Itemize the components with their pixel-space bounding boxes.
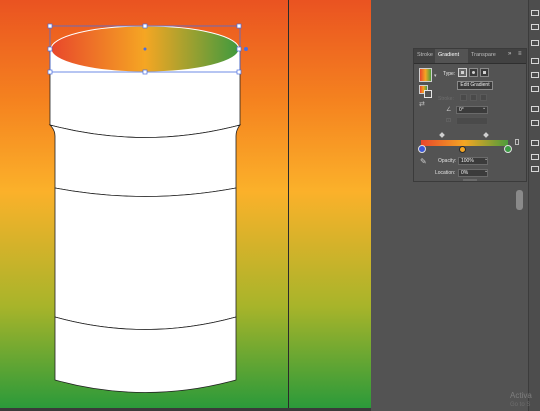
dock-icon-stroke[interactable]	[531, 106, 539, 112]
edit-gradient-button[interactable]: Edit Gradient	[457, 81, 493, 90]
center-point	[143, 47, 147, 51]
tab-transparency[interactable]: Transpare	[471, 52, 496, 58]
cylinder-artwork[interactable]	[0, 0, 371, 408]
angle-icon: ∠	[446, 107, 452, 113]
midpoint-left-marker[interactable]	[439, 132, 445, 138]
dock-icon-symbols[interactable]	[531, 24, 539, 30]
dock-icon-appearance[interactable]	[531, 86, 539, 92]
dock-icon-transparency[interactable]	[531, 120, 539, 126]
delete-stop-icon[interactable]	[515, 139, 519, 145]
gradient-stop-right[interactable]	[504, 145, 512, 153]
freeform-gradient-button[interactable]	[480, 68, 489, 77]
panel-menu-icon[interactable]: ≡	[518, 51, 522, 57]
location-dropdown-icon[interactable]: ⌄	[484, 168, 488, 174]
dock-icon-artboards[interactable]	[531, 10, 539, 16]
dock-icon-asset-export[interactable]	[531, 166, 539, 172]
vertical-scrollbar-thumb[interactable]	[516, 190, 523, 210]
dock-icon-links[interactable]	[531, 154, 539, 160]
stroke-swatch-icon[interactable]	[424, 90, 432, 98]
stroke-along-button[interactable]	[470, 94, 477, 101]
aspect-ratio-icon: ⊡	[446, 118, 452, 124]
dock-icon-layers[interactable]	[531, 140, 539, 146]
dock-icon-gradient[interactable]	[531, 72, 539, 78]
stroke-label: Stroke:	[438, 96, 454, 102]
gradient-swatch[interactable]	[419, 68, 432, 82]
midpoint-right-marker[interactable]	[483, 132, 489, 138]
gradient-stop-left[interactable]	[418, 145, 426, 153]
activation-watermark-sub: Go to S	[510, 402, 531, 408]
eyedropper-icon[interactable]: ✎	[420, 158, 427, 166]
stroke-within-button[interactable]	[460, 94, 467, 101]
gradient-stop-middle[interactable]	[459, 146, 466, 153]
tab-stroke[interactable]: Stroke	[417, 52, 433, 58]
tab-gradient[interactable]: Gradient	[438, 52, 459, 58]
type-label: Type:	[443, 71, 456, 77]
panel-resize-grip[interactable]	[463, 179, 477, 181]
gradient-panel: Stroke Gradient Transpare » ≡ ▾ ⇄ Type: …	[413, 48, 527, 182]
location-label: Location:	[435, 170, 456, 176]
cylinder-segment-3	[54, 187, 237, 330]
panel-collapse-icon[interactable]: »	[508, 51, 511, 57]
opacity-dropdown-icon[interactable]: ⌄	[484, 156, 488, 162]
dock-icon-brushes[interactable]	[531, 40, 539, 46]
linear-gradient-button[interactable]	[458, 68, 467, 77]
angle-dropdown-icon[interactable]: ⌄	[482, 105, 486, 111]
artboard-guide-line	[288, 0, 289, 408]
radial-gradient-button[interactable]	[469, 68, 478, 77]
dock-icon-align[interactable]	[531, 58, 539, 64]
artboard-canvas[interactable]	[0, 0, 371, 408]
opacity-label: Opacity:	[438, 158, 457, 164]
stroke-across-button[interactable]	[480, 94, 487, 101]
gradient-slider-bar[interactable]	[421, 140, 508, 146]
activation-watermark: Activa	[510, 391, 532, 400]
gradient-annotator-end	[244, 47, 248, 51]
reverse-gradient-icon[interactable]: ⇄	[419, 100, 425, 108]
swatch-dropdown-icon[interactable]: ▾	[434, 73, 437, 79]
aspect-ratio-field	[456, 117, 488, 125]
